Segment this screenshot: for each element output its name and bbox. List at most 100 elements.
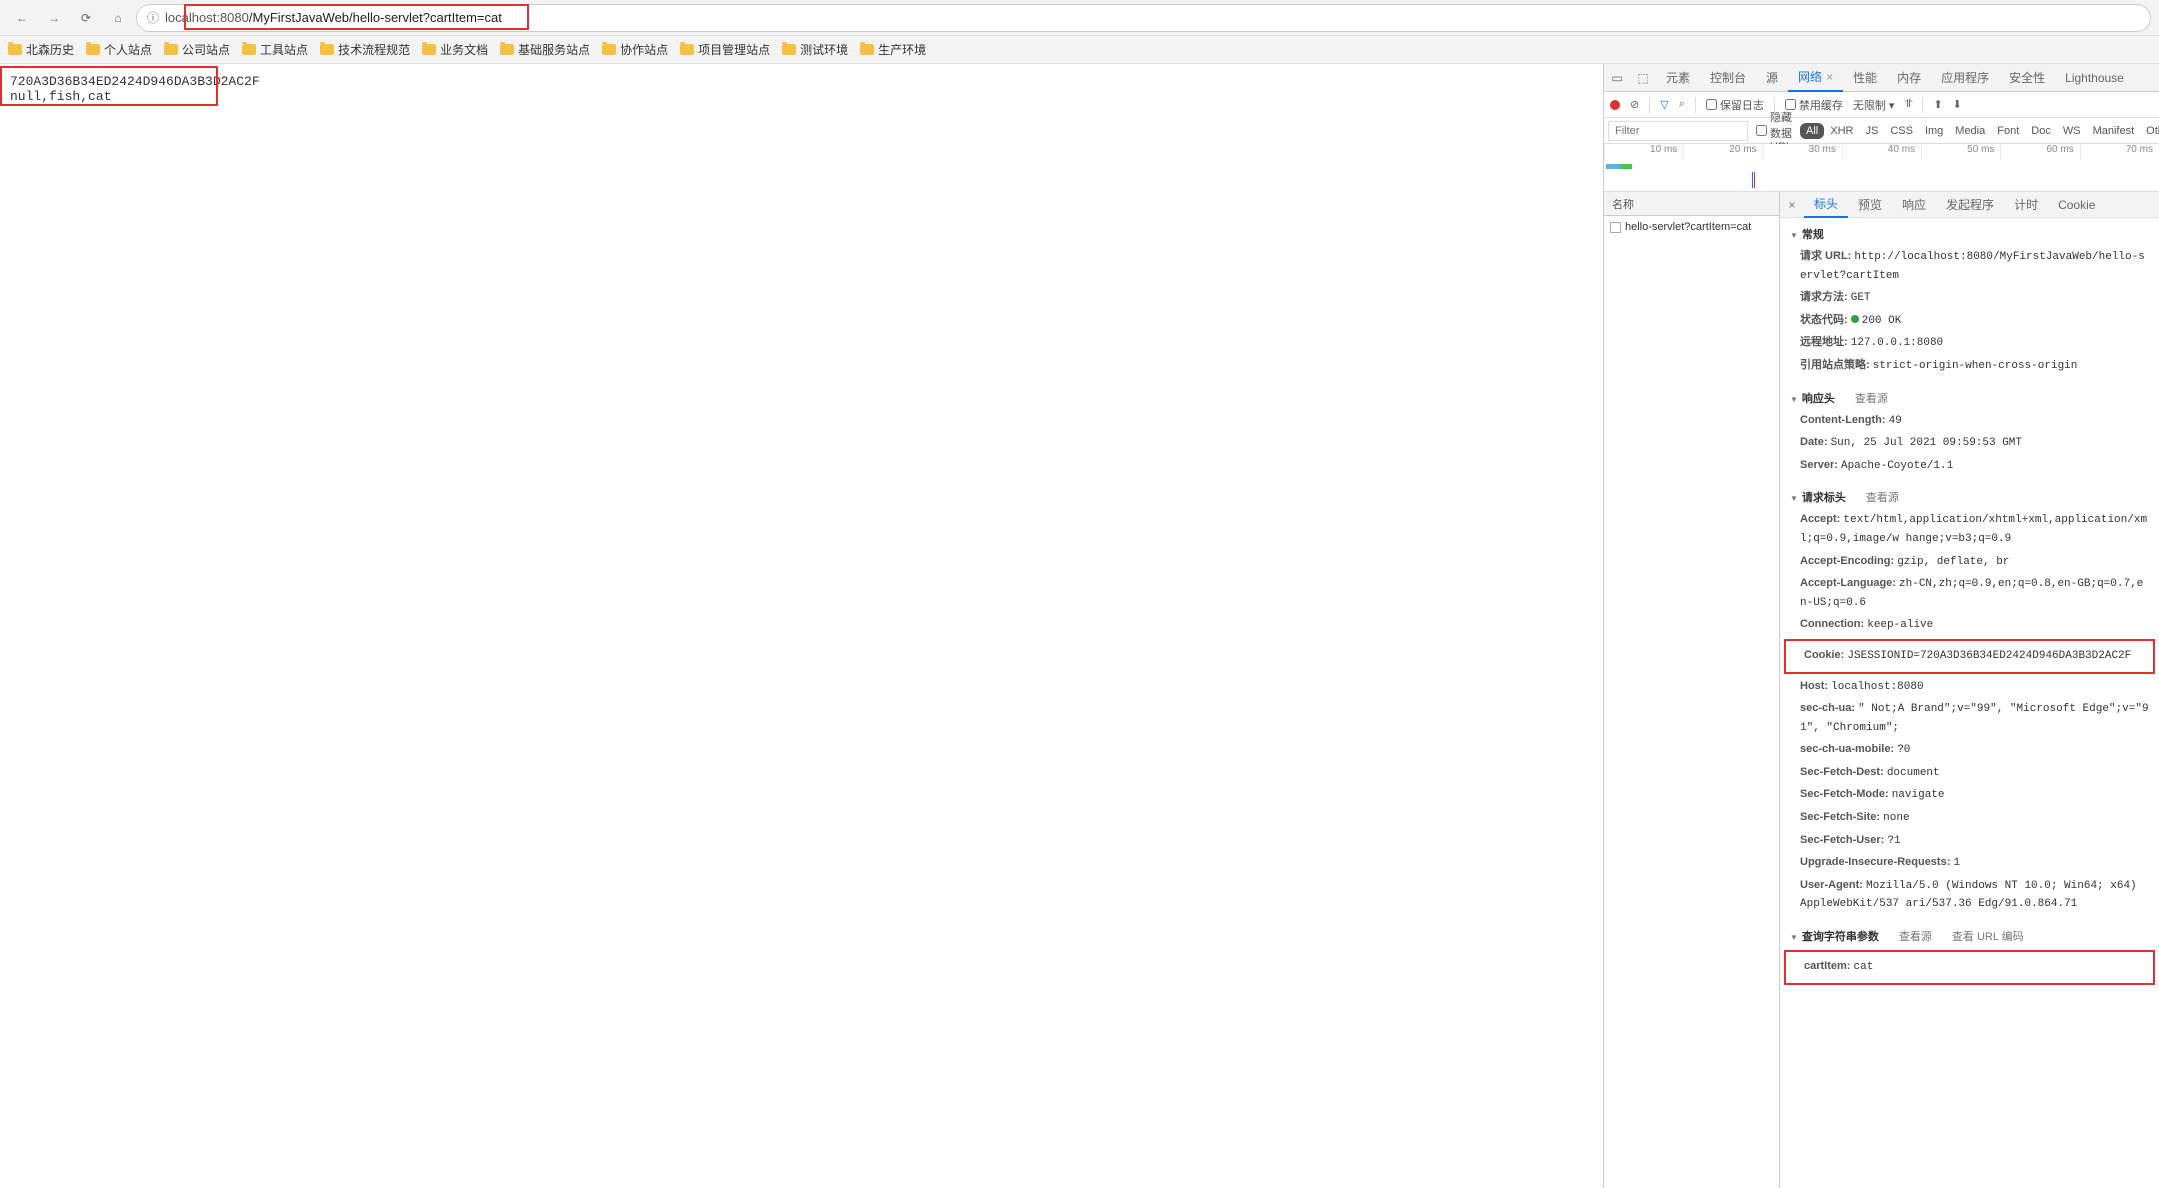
timeline-label: 20 ms bbox=[1683, 144, 1762, 160]
devtools-tabs: ▭ ⬚ 元素控制台源网络×性能内存应用程序安全性Lighthouse bbox=[1604, 64, 2159, 92]
disable-cache-checkbox[interactable]: 禁用缓存 bbox=[1785, 97, 1843, 113]
request-list: 名称 hello-servlet?cartItem=cat bbox=[1604, 192, 1780, 1188]
filter-icon[interactable]: ▽ bbox=[1660, 98, 1668, 111]
detail-tab[interactable]: 发起程序 bbox=[1936, 192, 2004, 218]
info-icon[interactable]: ⓘ bbox=[147, 9, 159, 26]
bookmark-item[interactable]: 测试环境 bbox=[782, 41, 848, 58]
close-icon[interactable]: × bbox=[1826, 70, 1833, 84]
timeline-label: 60 ms bbox=[2000, 144, 2079, 160]
bookmark-item[interactable]: 业务文档 bbox=[422, 41, 488, 58]
download-icon[interactable]: ⬇ bbox=[1953, 98, 1962, 111]
filter-type-doc[interactable]: Doc bbox=[2025, 123, 2057, 139]
header-row: Date: Sun, 25 Jul 2021 09:59:53 GMT bbox=[1780, 432, 2159, 455]
folder-icon bbox=[242, 44, 256, 55]
network-timeline[interactable]: 10 ms20 ms30 ms40 ms50 ms60 ms70 ms bbox=[1604, 144, 2159, 192]
refresh-button[interactable]: ⟳ bbox=[72, 4, 100, 32]
wifi-icon[interactable]: ⥣ bbox=[1904, 98, 1912, 111]
bookmark-item[interactable]: 北森历史 bbox=[8, 41, 74, 58]
request-headers-section: 请求标头查看源 Accept: text/html,application/xh… bbox=[1780, 481, 2159, 920]
request-list-header[interactable]: 名称 bbox=[1604, 192, 1779, 216]
home-button[interactable]: ⌂ bbox=[104, 4, 132, 32]
network-body: 名称 hello-servlet?cartItem=cat × 标头预览响应发起… bbox=[1604, 192, 2159, 1188]
back-button[interactable]: ← bbox=[8, 4, 36, 32]
detail-tab[interactable]: 响应 bbox=[1892, 192, 1936, 218]
clear-icon[interactable]: ⊘ bbox=[1630, 98, 1639, 111]
view-url-encoded-link[interactable]: 查看 URL 编码 bbox=[1952, 931, 2024, 943]
bookmark-item[interactable]: 个人站点 bbox=[86, 41, 152, 58]
filter-type-font[interactable]: Font bbox=[1991, 123, 2025, 139]
bookmark-item[interactable]: 基础服务站点 bbox=[500, 41, 590, 58]
detail-tab[interactable]: 标头 bbox=[1804, 192, 1848, 218]
devtools-tab[interactable]: 应用程序 bbox=[1931, 64, 1999, 92]
record-icon[interactable] bbox=[1610, 100, 1620, 110]
forward-button[interactable]: → bbox=[40, 4, 68, 32]
devtools-tab[interactable]: Lighthouse bbox=[2055, 64, 2134, 92]
folder-icon bbox=[8, 44, 22, 55]
header-row: Accept: text/html,application/xhtml+xml,… bbox=[1780, 509, 2159, 550]
header-row: sec-ch-ua-mobile: ?0 bbox=[1780, 739, 2159, 762]
bookmark-item[interactable]: 公司站点 bbox=[164, 41, 230, 58]
header-row: Content-Length: 49 bbox=[1780, 410, 2159, 433]
view-source-link[interactable]: 查看源 bbox=[1855, 393, 1888, 405]
folder-icon bbox=[500, 44, 514, 55]
header-row: Sec-Fetch-Dest: document bbox=[1780, 762, 2159, 785]
status-dot-icon bbox=[1851, 315, 1859, 323]
device-icon[interactable]: ⬚ bbox=[1630, 65, 1656, 91]
folder-icon bbox=[602, 44, 616, 55]
request-headers-header[interactable]: 请求标头查看源 bbox=[1780, 485, 2159, 509]
network-toolbar: ⊘ ▽ ⌕ 保留日志 禁用缓存 无限制 ▾ ⥣ ⬆ ⬇ bbox=[1604, 92, 2159, 118]
query-params-header[interactable]: 查询字符串参数查看源查看 URL 编码 bbox=[1780, 924, 2159, 948]
header-row: Accept-Language: zh-CN,zh;q=0.9,en;q=0.8… bbox=[1780, 573, 2159, 614]
header-row: Sec-Fetch-User: ?1 bbox=[1780, 830, 2159, 853]
bookmark-item[interactable]: 技术流程规范 bbox=[320, 41, 410, 58]
devtools-tab[interactable]: 安全性 bbox=[1999, 64, 2055, 92]
bookmark-item[interactable]: 工具站点 bbox=[242, 41, 308, 58]
filter-type-other[interactable]: Other bbox=[2140, 123, 2159, 139]
filter-type-media[interactable]: Media bbox=[1949, 123, 1991, 139]
throttling-select[interactable]: 无限制 ▾ bbox=[1853, 97, 1895, 113]
search-icon[interactable]: ⌕ bbox=[1679, 98, 1685, 111]
bookmark-item[interactable]: 生产环境 bbox=[860, 41, 926, 58]
filter-type-js[interactable]: JS bbox=[1859, 123, 1884, 139]
devtools-tab[interactable]: 性能 bbox=[1843, 64, 1887, 92]
devtools-tab[interactable]: 内存 bbox=[1887, 64, 1931, 92]
general-header[interactable]: 常规 bbox=[1780, 222, 2159, 246]
upload-icon[interactable]: ⬆ bbox=[1933, 98, 1942, 111]
page-line-2: null,fish,cat bbox=[10, 89, 1593, 104]
folder-icon bbox=[680, 44, 694, 55]
filter-type-ws[interactable]: WS bbox=[2057, 123, 2087, 139]
close-detail-button[interactable]: × bbox=[1780, 198, 1804, 212]
filter-type-css[interactable]: CSS bbox=[1884, 123, 1919, 139]
timeline-label: 10 ms bbox=[1604, 144, 1683, 160]
devtools-tab[interactable]: 源 bbox=[1756, 64, 1788, 92]
timeline-label: 50 ms bbox=[1921, 144, 2000, 160]
request-item[interactable]: hello-servlet?cartItem=cat bbox=[1604, 216, 1779, 238]
address-bar[interactable]: ⓘ localhost:8080/MyFirstJavaWeb/hello-se… bbox=[136, 4, 2151, 32]
detail-tabs: × 标头预览响应发起程序计时Cookie bbox=[1780, 192, 2159, 218]
header-row: Accept-Encoding: gzip, deflate, br bbox=[1780, 551, 2159, 574]
response-headers-header[interactable]: 响应头查看源 bbox=[1780, 386, 2159, 410]
header-row: cartItem: cat bbox=[1784, 950, 2155, 985]
detail-tab[interactable]: 计时 bbox=[2004, 192, 2048, 218]
folder-icon bbox=[782, 44, 796, 55]
inspect-icon[interactable]: ▭ bbox=[1604, 65, 1630, 91]
view-source-link[interactable]: 查看源 bbox=[1866, 492, 1899, 504]
devtools-tab[interactable]: 网络× bbox=[1788, 64, 1843, 92]
bookmark-item[interactable]: 项目管理站点 bbox=[680, 41, 770, 58]
filter-type-img[interactable]: Img bbox=[1919, 123, 1949, 139]
header-row: Host: localhost:8080 bbox=[1780, 676, 2159, 699]
detail-tab[interactable]: 预览 bbox=[1848, 192, 1892, 218]
main-area: 720A3D36B34ED2424D946DA3B3D2AC2F null,fi… bbox=[0, 64, 2159, 1188]
bookmarks-bar: 北森历史个人站点公司站点工具站点技术流程规范业务文档基础服务站点协作站点项目管理… bbox=[0, 36, 2159, 64]
detail-tab[interactable]: Cookie bbox=[2048, 192, 2105, 218]
filter-input[interactable] bbox=[1608, 121, 1748, 141]
filter-type-manifest[interactable]: Manifest bbox=[2087, 123, 2141, 139]
filter-type-all[interactable]: All bbox=[1800, 123, 1824, 139]
filter-type-xhr[interactable]: XHR bbox=[1824, 123, 1859, 139]
view-source-link[interactable]: 查看源 bbox=[1899, 931, 1932, 943]
devtools-tab[interactable]: 控制台 bbox=[1700, 64, 1756, 92]
header-row: Sec-Fetch-Mode: navigate bbox=[1780, 784, 2159, 807]
page-content: 720A3D36B34ED2424D946DA3B3D2AC2F null,fi… bbox=[0, 64, 1603, 1188]
devtools-tab[interactable]: 元素 bbox=[1656, 64, 1700, 92]
bookmark-item[interactable]: 协作站点 bbox=[602, 41, 668, 58]
